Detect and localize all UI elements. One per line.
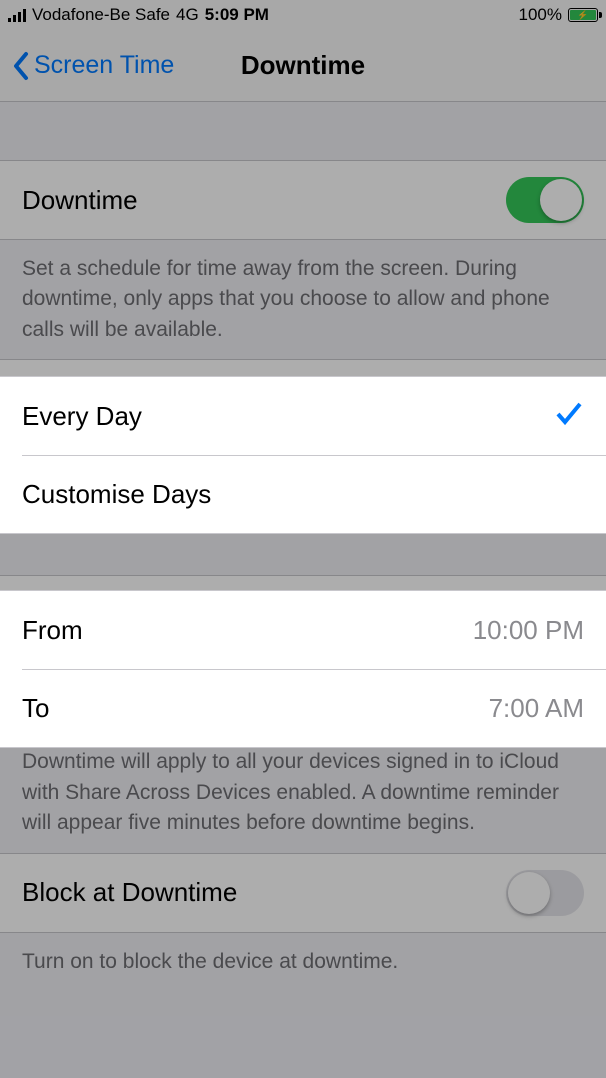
back-label: Screen Time [34,51,174,80]
block-label: Block at Downtime [22,877,237,908]
downtime-toggle-row: Downtime [0,161,606,239]
every-day-row[interactable]: Every Day [0,377,606,455]
block-at-downtime-row: Block at Downtime [0,854,606,932]
to-value: 7:00 AM [489,693,584,724]
downtime-label: Downtime [22,185,138,216]
checkmark-icon [554,398,584,435]
battery-icon: ⚡ [568,8,598,22]
to-label: To [22,693,49,724]
signal-icon [8,8,26,22]
back-button[interactable]: Screen Time [12,51,174,81]
battery-percent: 100% [519,5,562,25]
to-row[interactable]: To 7:00 AM [0,669,606,747]
chevron-left-icon [12,51,30,81]
downtime-description: Set a schedule for time away from the sc… [0,240,606,359]
devices-note: Downtime will apply to all your devices … [0,733,606,852]
from-label: From [22,615,83,646]
clock: 5:09 PM [205,5,269,25]
downtime-switch[interactable] [506,177,584,223]
customise-days-label: Customise Days [22,479,211,510]
every-day-label: Every Day [22,401,142,432]
from-value: 10:00 PM [473,615,584,646]
from-row[interactable]: From 10:00 PM [0,591,606,669]
block-switch[interactable] [506,870,584,916]
network-label: 4G [176,5,199,25]
nav-bar: Screen Time Downtime [0,30,606,102]
status-bar: Vodafone-Be Safe 4G 5:09 PM 100% ⚡ [0,0,606,30]
customise-days-row[interactable]: Customise Days [0,455,606,533]
carrier-label: Vodafone-Be Safe [32,5,170,25]
block-note: Turn on to block the device at downtime. [0,933,606,991]
